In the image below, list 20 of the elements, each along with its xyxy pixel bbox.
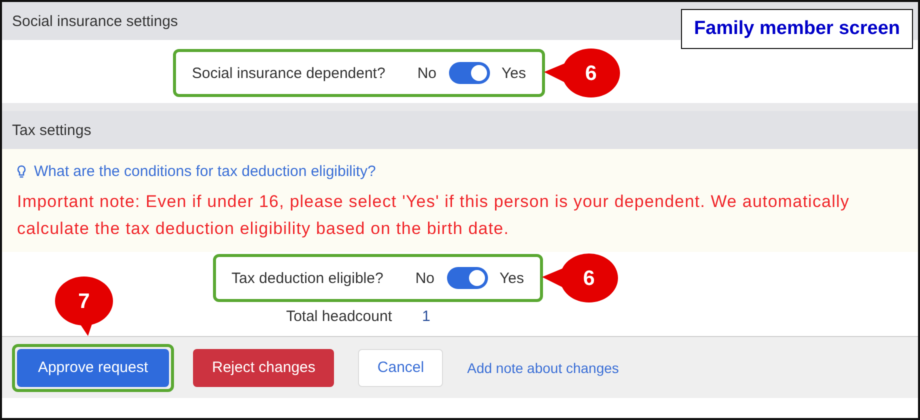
important-note: Important note: Even if under 16, please select 'Yes' if this person is your dependent. We automatically calculate the tax deduction eligibility based on the birth date.: [17, 191, 850, 240]
annotation-label: Family member screen: [681, 9, 913, 49]
toggle-switch[interactable]: [448, 62, 490, 84]
option-label: Yes: [500, 270, 524, 286]
field-label: Total headcount: [285, 308, 392, 325]
field-value: 1: [422, 308, 432, 325]
option-label: Yes: [502, 64, 526, 82]
section-title: Tax settings: [12, 122, 92, 138]
action-button[interactable]: Cancel: [358, 348, 444, 386]
section-title: Social insurance settings: [12, 12, 178, 30]
field-label: Social insurance dependent?: [192, 64, 386, 82]
option-label: No: [417, 64, 437, 82]
help-link[interactable]: What are the conditions for tax deduction eligibility?: [34, 163, 376, 180]
add-note-link[interactable]: Add note about changes: [467, 348, 619, 386]
toggle-switch[interactable]: [446, 267, 488, 289]
option-label: No: [415, 270, 435, 286]
field-label: Tax deduction eligible?: [232, 270, 384, 286]
lightbulb-icon: [17, 164, 26, 178]
action-button[interactable]: Reject changes: [193, 348, 334, 386]
action-button[interactable]: Approve request: [17, 348, 169, 386]
